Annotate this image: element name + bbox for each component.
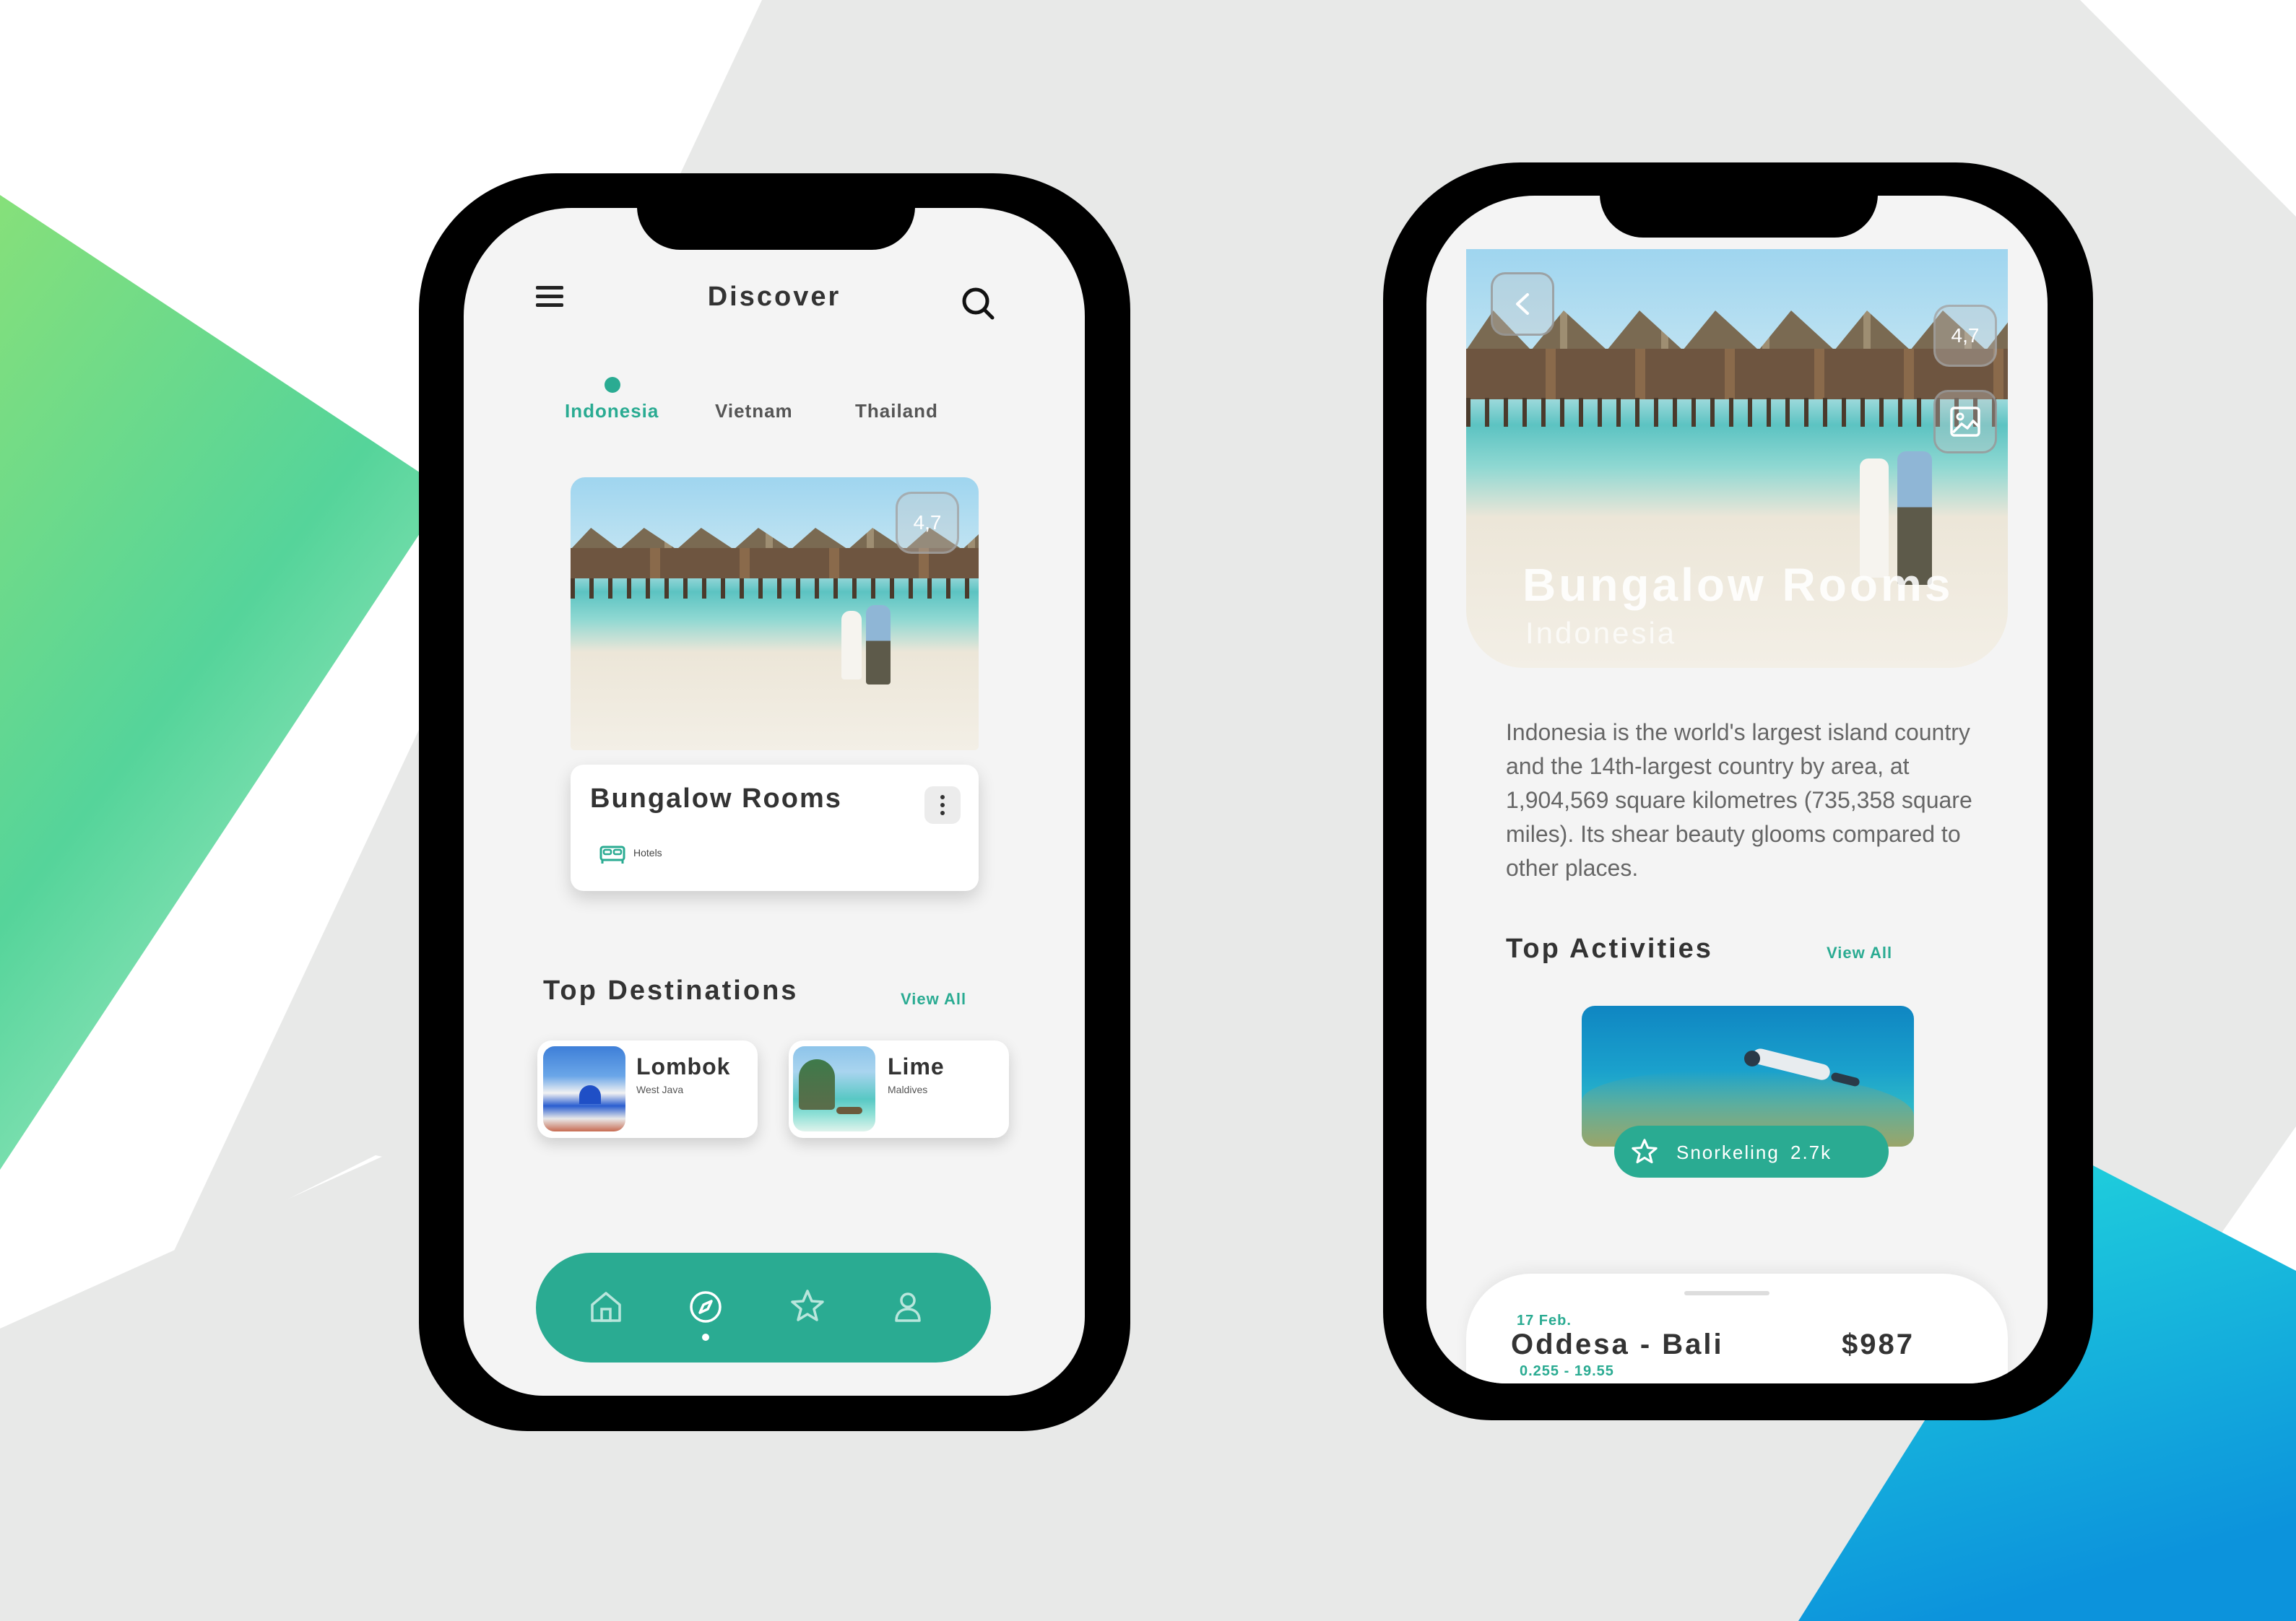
booking-price: $987	[1842, 1329, 1915, 1360]
activity-pill[interactable]: Snorkeling 2.7k	[1614, 1126, 1889, 1178]
activity-name: Snorkeling	[1676, 1142, 1780, 1163]
destination-subtitle: Maldives	[888, 1084, 928, 1095]
featured-title: Bungalow Rooms	[590, 783, 842, 814]
star-icon	[1632, 1139, 1658, 1164]
view-all-destinations-link[interactable]: View All	[901, 990, 966, 1009]
bottom-nav-bar	[536, 1253, 991, 1363]
back-button[interactable]	[1491, 272, 1554, 336]
rating-badge: 4,7	[896, 492, 959, 554]
home-icon[interactable]	[588, 1289, 624, 1325]
hero-subtitle: Indonesia	[1525, 616, 1677, 650]
more-options-icon[interactable]	[924, 786, 961, 824]
tab-vietnam[interactable]: Vietnam	[715, 400, 793, 422]
gallery-button[interactable]	[1933, 390, 1997, 453]
destination-card-lombok[interactable]: Lombok West Java	[537, 1040, 758, 1138]
discover-screen: Discover Indonesia Vietnam Thailand 4,7 …	[464, 208, 1085, 1396]
phone-notch	[1600, 196, 1878, 238]
booking-sheet[interactable]: 17 Feb. Oddesa - Bali 0.255 - 19.55 $987	[1466, 1274, 2008, 1383]
image-icon	[1950, 407, 1980, 437]
star-icon[interactable]	[789, 1287, 826, 1325]
phone-detail: 4,7 Bungalow Rooms Indonesia Indonesia i…	[1383, 162, 2093, 1420]
active-tab-indicator	[605, 377, 620, 393]
booking-time: 0.255 - 19.55	[1520, 1363, 1614, 1379]
hero-image: 4,7 Bungalow Rooms Indonesia	[1466, 249, 2008, 668]
view-all-activities-link[interactable]: View All	[1827, 944, 1892, 962]
rating-badge: 4,7	[1933, 305, 1997, 367]
destination-card-lime[interactable]: Lime Maldives	[789, 1040, 1009, 1138]
phone-discover: Discover Indonesia Vietnam Thailand 4,7 …	[419, 173, 1130, 1431]
tab-thailand[interactable]: Thailand	[855, 400, 938, 422]
booking-date: 17 Feb.	[1517, 1313, 1572, 1329]
lombok-thumbnail	[543, 1046, 625, 1131]
chevron-left-icon	[1516, 293, 1529, 315]
category-label: Hotels	[633, 847, 662, 859]
featured-image[interactable]: 4,7	[571, 477, 979, 750]
destination-subtitle: West Java	[636, 1084, 684, 1095]
drag-handle[interactable]	[1684, 1291, 1769, 1295]
booking-route: Oddesa - Bali	[1511, 1329, 1724, 1360]
bed-icon	[599, 846, 625, 864]
top-activities-title: Top Activities	[1506, 934, 1713, 964]
destination-name: Lombok	[636, 1053, 731, 1079]
lime-thumbnail	[793, 1046, 875, 1131]
search-icon[interactable]	[961, 286, 995, 321]
tab-indonesia[interactable]: Indonesia	[565, 400, 659, 422]
activity-count: 2.7k	[1790, 1142, 1832, 1163]
detail-screen: 4,7 Bungalow Rooms Indonesia Indonesia i…	[1426, 196, 2048, 1383]
compass-icon[interactable]	[688, 1289, 724, 1325]
phone-notch	[637, 208, 915, 250]
top-destinations-title: Top Destinations	[543, 975, 799, 1006]
featured-card[interactable]: Bungalow Rooms Hotels	[571, 765, 979, 891]
description-text: Indonesia is the world's largest island …	[1506, 719, 1972, 881]
hero-title: Bungalow Rooms	[1522, 559, 1954, 611]
user-icon[interactable]	[890, 1289, 926, 1325]
destination-name: Lime	[888, 1053, 945, 1079]
active-nav-dot	[702, 1334, 709, 1341]
